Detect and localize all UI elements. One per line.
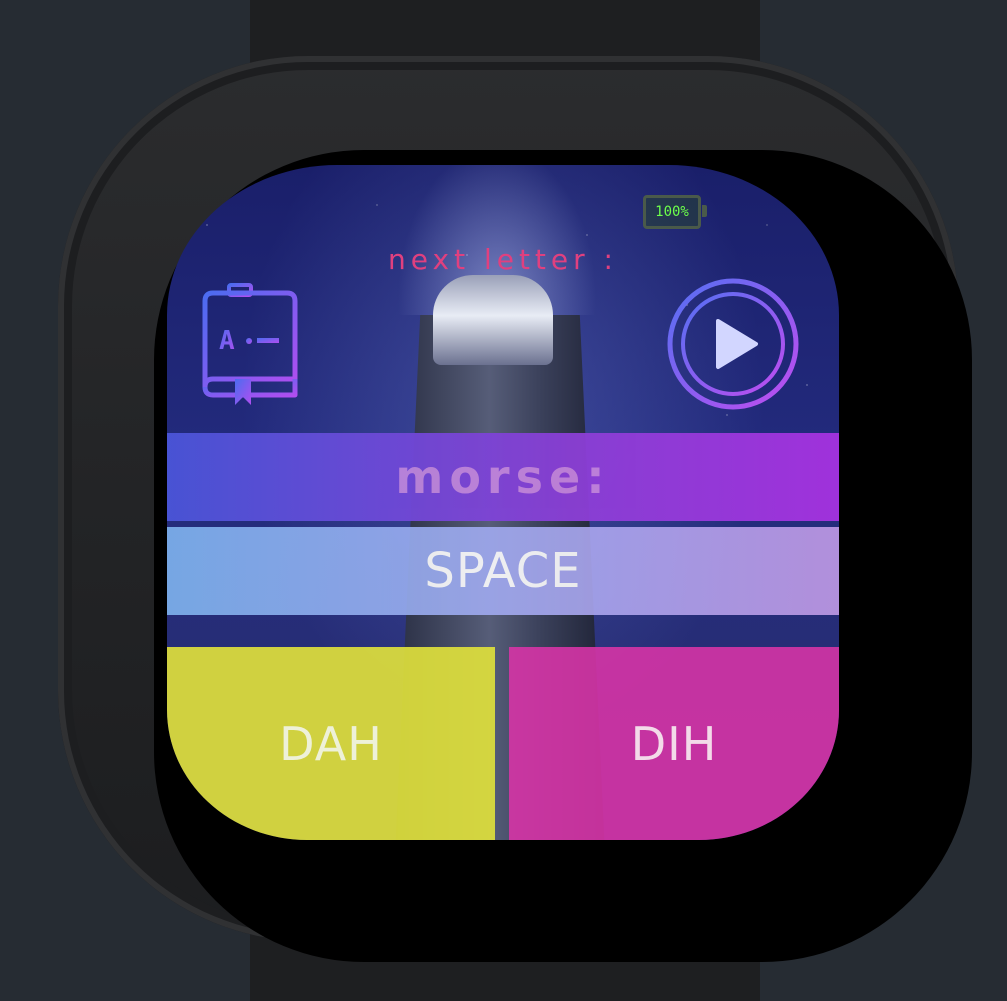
morse-label: morse: [395, 450, 611, 504]
svg-text:A: A [219, 326, 235, 356]
dih-button[interactable]: DIH [509, 647, 839, 840]
battery-level: 100% [655, 204, 689, 220]
watch-screen: 100% next letter : A morse: SPACE DAH DI… [167, 165, 839, 840]
morse-output-value: SPACE [424, 543, 582, 599]
morse-output-band: SPACE [167, 527, 839, 615]
battery-icon: 100% [643, 195, 707, 229]
dictionary-book-icon[interactable]: A [195, 283, 301, 407]
morse-band: morse: [167, 433, 839, 521]
play-icon[interactable] [664, 275, 802, 413]
dih-button-label: DIH [630, 717, 718, 771]
dah-button[interactable]: DAH [167, 647, 495, 840]
next-letter-label: next letter : [388, 243, 618, 276]
lighthouse-lantern [433, 275, 553, 365]
dah-button-label: DAH [279, 717, 383, 771]
watch-stage: 100% next letter : A morse: SPACE DAH DI… [0, 0, 1007, 1001]
